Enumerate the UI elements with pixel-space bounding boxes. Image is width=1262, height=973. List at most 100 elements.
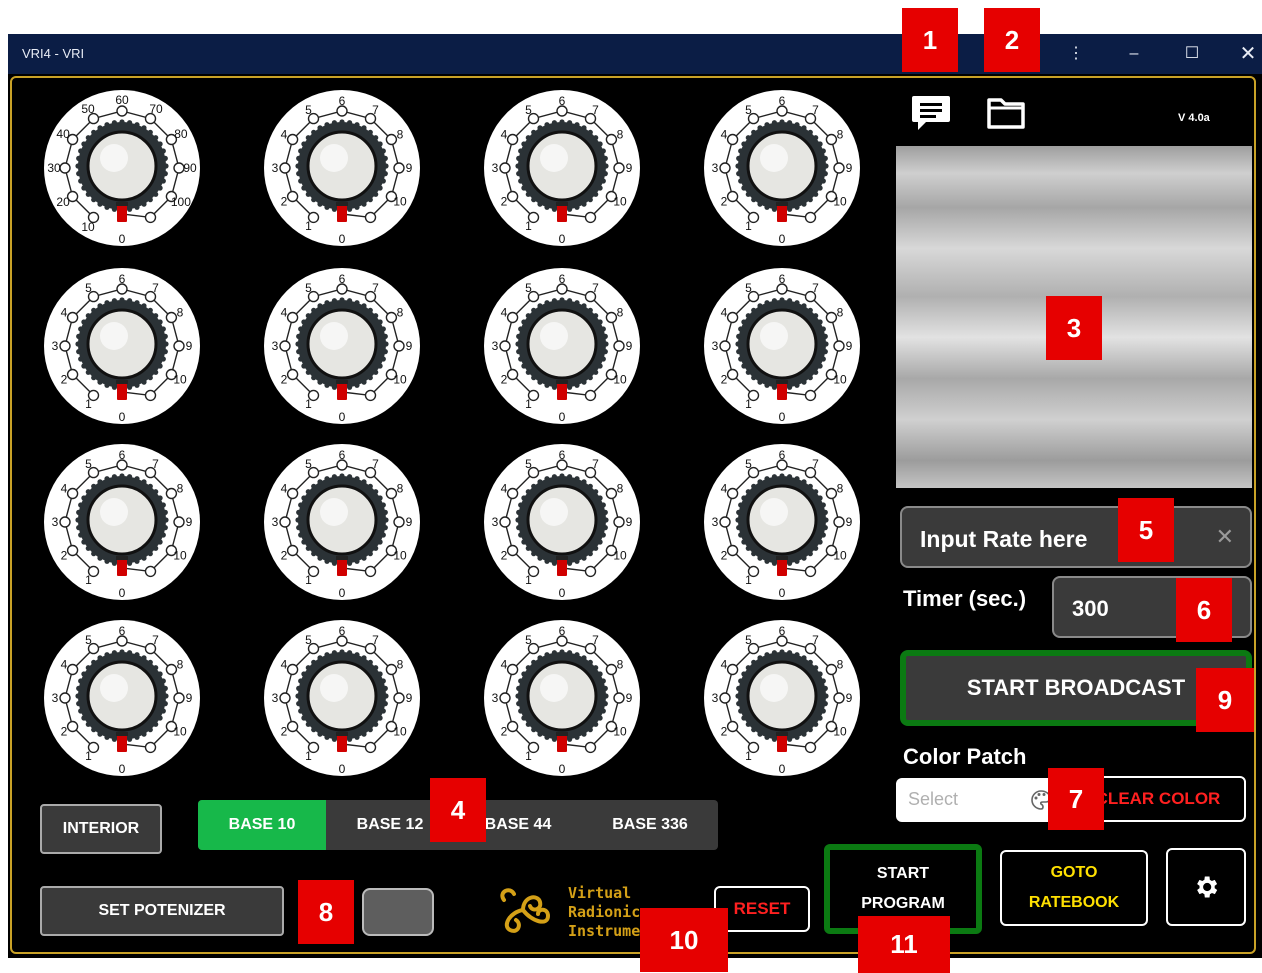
rotary-dial[interactable]: 1 2 3 4 5 6 7 8 9 10 0 — [262, 618, 422, 778]
interior-button[interactable]: INTERIOR — [40, 804, 162, 854]
dial-tick-label: 2 — [281, 195, 288, 209]
goto-ratebook-button[interactable]: GOTO RATEBOOK — [1000, 850, 1148, 926]
rotary-dial[interactable]: 1 2 3 4 5 6 7 8 9 10 0 — [262, 88, 422, 248]
dial-tick-label: 3 — [492, 161, 499, 175]
rotary-dial[interactable]: 1 2 3 4 5 6 7 8 9 10 0 — [262, 266, 422, 426]
dial-tick-label: 2 — [281, 549, 288, 563]
dial-tick-label: 2 — [61, 725, 68, 739]
dial-tick-label: 6 — [779, 94, 786, 108]
annotation-badge-8: 8 — [298, 880, 354, 944]
start-program-label-2: PROGRAM — [861, 895, 945, 912]
potenizer-toggle[interactable] — [362, 888, 434, 936]
dial-tick-label: 4 — [721, 658, 728, 672]
annotation-badge-9: 9 — [1196, 668, 1254, 732]
dial-tick-label: 5 — [305, 281, 312, 295]
dial-tick-label: 9 — [846, 339, 853, 353]
start-program-label-1: START — [876, 865, 930, 882]
dial-tick-label: 9 — [406, 161, 413, 175]
dial-tick-label: 4 — [61, 306, 68, 320]
dial-tick-label: 3 — [272, 339, 279, 353]
color-select[interactable]: Select — [896, 778, 1058, 822]
dial-tick-label: 3 — [272, 161, 279, 175]
dial-tick-label: 10 — [393, 195, 407, 209]
dial-tick-label: 3 — [712, 339, 719, 353]
rate-input[interactable]: Input Rate here ✕ — [900, 506, 1252, 568]
rotary-dial[interactable]: 1 2 3 4 5 6 7 8 9 10 0 — [702, 442, 862, 602]
dial-tick-label: 1 — [85, 573, 92, 587]
dial-tick-label: 2 — [501, 195, 508, 209]
start-broadcast-label: START BROADCAST — [966, 675, 1186, 700]
dial-tick-label: 8 — [397, 306, 404, 320]
dial-zero-label: 0 — [119, 410, 126, 424]
dial-tick-label: 10 — [833, 195, 847, 209]
dial-tick-label: 8 — [837, 482, 844, 496]
dial-tick-label: 2 — [501, 725, 508, 739]
folder-icon[interactable] — [986, 96, 1026, 130]
dial-tick-label: 1 — [525, 397, 532, 411]
more-options-icon[interactable]: ⋮ — [1060, 42, 1092, 66]
dial-tick-label: 10 — [833, 725, 847, 739]
dial-tick-label: 10 — [613, 725, 627, 739]
maximize-icon[interactable]: ☐ — [1176, 42, 1208, 66]
dial-tick-label: 8 — [617, 306, 624, 320]
dial-tick-label: 3 — [52, 515, 59, 529]
reset-button[interactable]: RESET — [714, 886, 810, 932]
dial-tick-label: 40 — [56, 127, 70, 141]
rotary-dial[interactable]: 1 2 3 4 5 6 7 8 9 10 0 — [482, 266, 642, 426]
rotary-dial[interactable]: 1 2 3 4 5 6 7 8 9 10 0 — [42, 266, 202, 426]
dial-tick-label: 100 — [171, 195, 191, 209]
annotation-badge-2: 2 — [984, 8, 1040, 72]
base-option-10[interactable]: BASE 10 — [198, 800, 326, 850]
settings-button[interactable] — [1166, 848, 1246, 926]
dial-tick-label: 90 — [183, 161, 197, 175]
dial-tick-label: 7 — [372, 457, 379, 471]
rotary-dial[interactable]: 1 2 3 4 5 6 7 8 9 10 0 — [262, 442, 422, 602]
base-option-label: BASE 10 — [228, 816, 296, 833]
rotary-dial[interactable]: 1 2 3 4 5 6 7 8 9 10 0 — [482, 442, 642, 602]
dial-tick-label: 6 — [779, 624, 786, 638]
dial-tick-label: 50 — [81, 102, 95, 116]
comment-icon[interactable] — [910, 94, 952, 132]
rotary-dial[interactable]: 1 2 3 4 5 6 7 8 9 10 0 — [702, 266, 862, 426]
dial-tick-label: 7 — [592, 103, 599, 117]
rotary-dial[interactable]: 1 2 3 4 5 6 7 8 9 10 0 — [42, 618, 202, 778]
dial-tick-label: 2 — [721, 373, 728, 387]
rotary-dial[interactable]: 1 2 3 4 5 6 7 8 9 10 0 — [702, 88, 862, 248]
dial-tick-label: 10 — [833, 373, 847, 387]
rotary-dial[interactable]: 10 20 30 40 50 60 70 80 90 100 0 — [42, 88, 202, 248]
dial-tick-label: 9 — [846, 515, 853, 529]
dial-tick-label: 2 — [721, 195, 728, 209]
dial-tick-label: 1 — [305, 573, 312, 587]
dial-tick-label: 10 — [81, 220, 95, 234]
minimize-icon[interactable]: – — [1118, 42, 1150, 66]
rotary-dial[interactable]: 1 2 3 4 5 6 7 8 9 10 0 — [702, 618, 862, 778]
dial-tick-label: 9 — [846, 161, 853, 175]
reset-label: RESET — [733, 899, 791, 918]
dial-tick-label: 9 — [186, 515, 193, 529]
dial-tick-label: 5 — [525, 457, 532, 471]
dial-tick-label: 7 — [812, 281, 819, 295]
rotary-dial[interactable]: 1 2 3 4 5 6 7 8 9 10 0 — [482, 88, 642, 248]
dial-tick-label: 7 — [812, 633, 819, 647]
close-icon[interactable]: ✕ — [1232, 42, 1262, 66]
dial-tick-label: 1 — [525, 219, 532, 233]
dial-zero-label: 0 — [119, 762, 126, 776]
dial-tick-label: 9 — [186, 339, 193, 353]
dial-tick-label: 5 — [305, 103, 312, 117]
dial-tick-label: 3 — [712, 515, 719, 529]
annotation-badge-10: 10 — [640, 908, 728, 972]
dial-tick-label: 5 — [85, 281, 92, 295]
base-option-336[interactable]: BASE 336 — [582, 800, 718, 850]
rotary-dial[interactable]: 1 2 3 4 5 6 7 8 9 10 0 — [42, 442, 202, 602]
dial-tick-label: 10 — [393, 373, 407, 387]
dial-tick-label: 7 — [592, 281, 599, 295]
dial-tick-label: 3 — [52, 339, 59, 353]
annotation-badge-1: 1 — [902, 8, 958, 72]
dial-tick-label: 30 — [47, 161, 61, 175]
set-potenizer-button[interactable]: SET POTENIZER — [40, 886, 284, 936]
gear-icon — [1197, 876, 1218, 898]
clear-input-icon[interactable]: ✕ — [1216, 524, 1234, 550]
rotary-dial[interactable]: 1 2 3 4 5 6 7 8 9 10 0 — [482, 618, 642, 778]
dial-tick-label: 2 — [281, 373, 288, 387]
dial-tick-label: 3 — [492, 339, 499, 353]
